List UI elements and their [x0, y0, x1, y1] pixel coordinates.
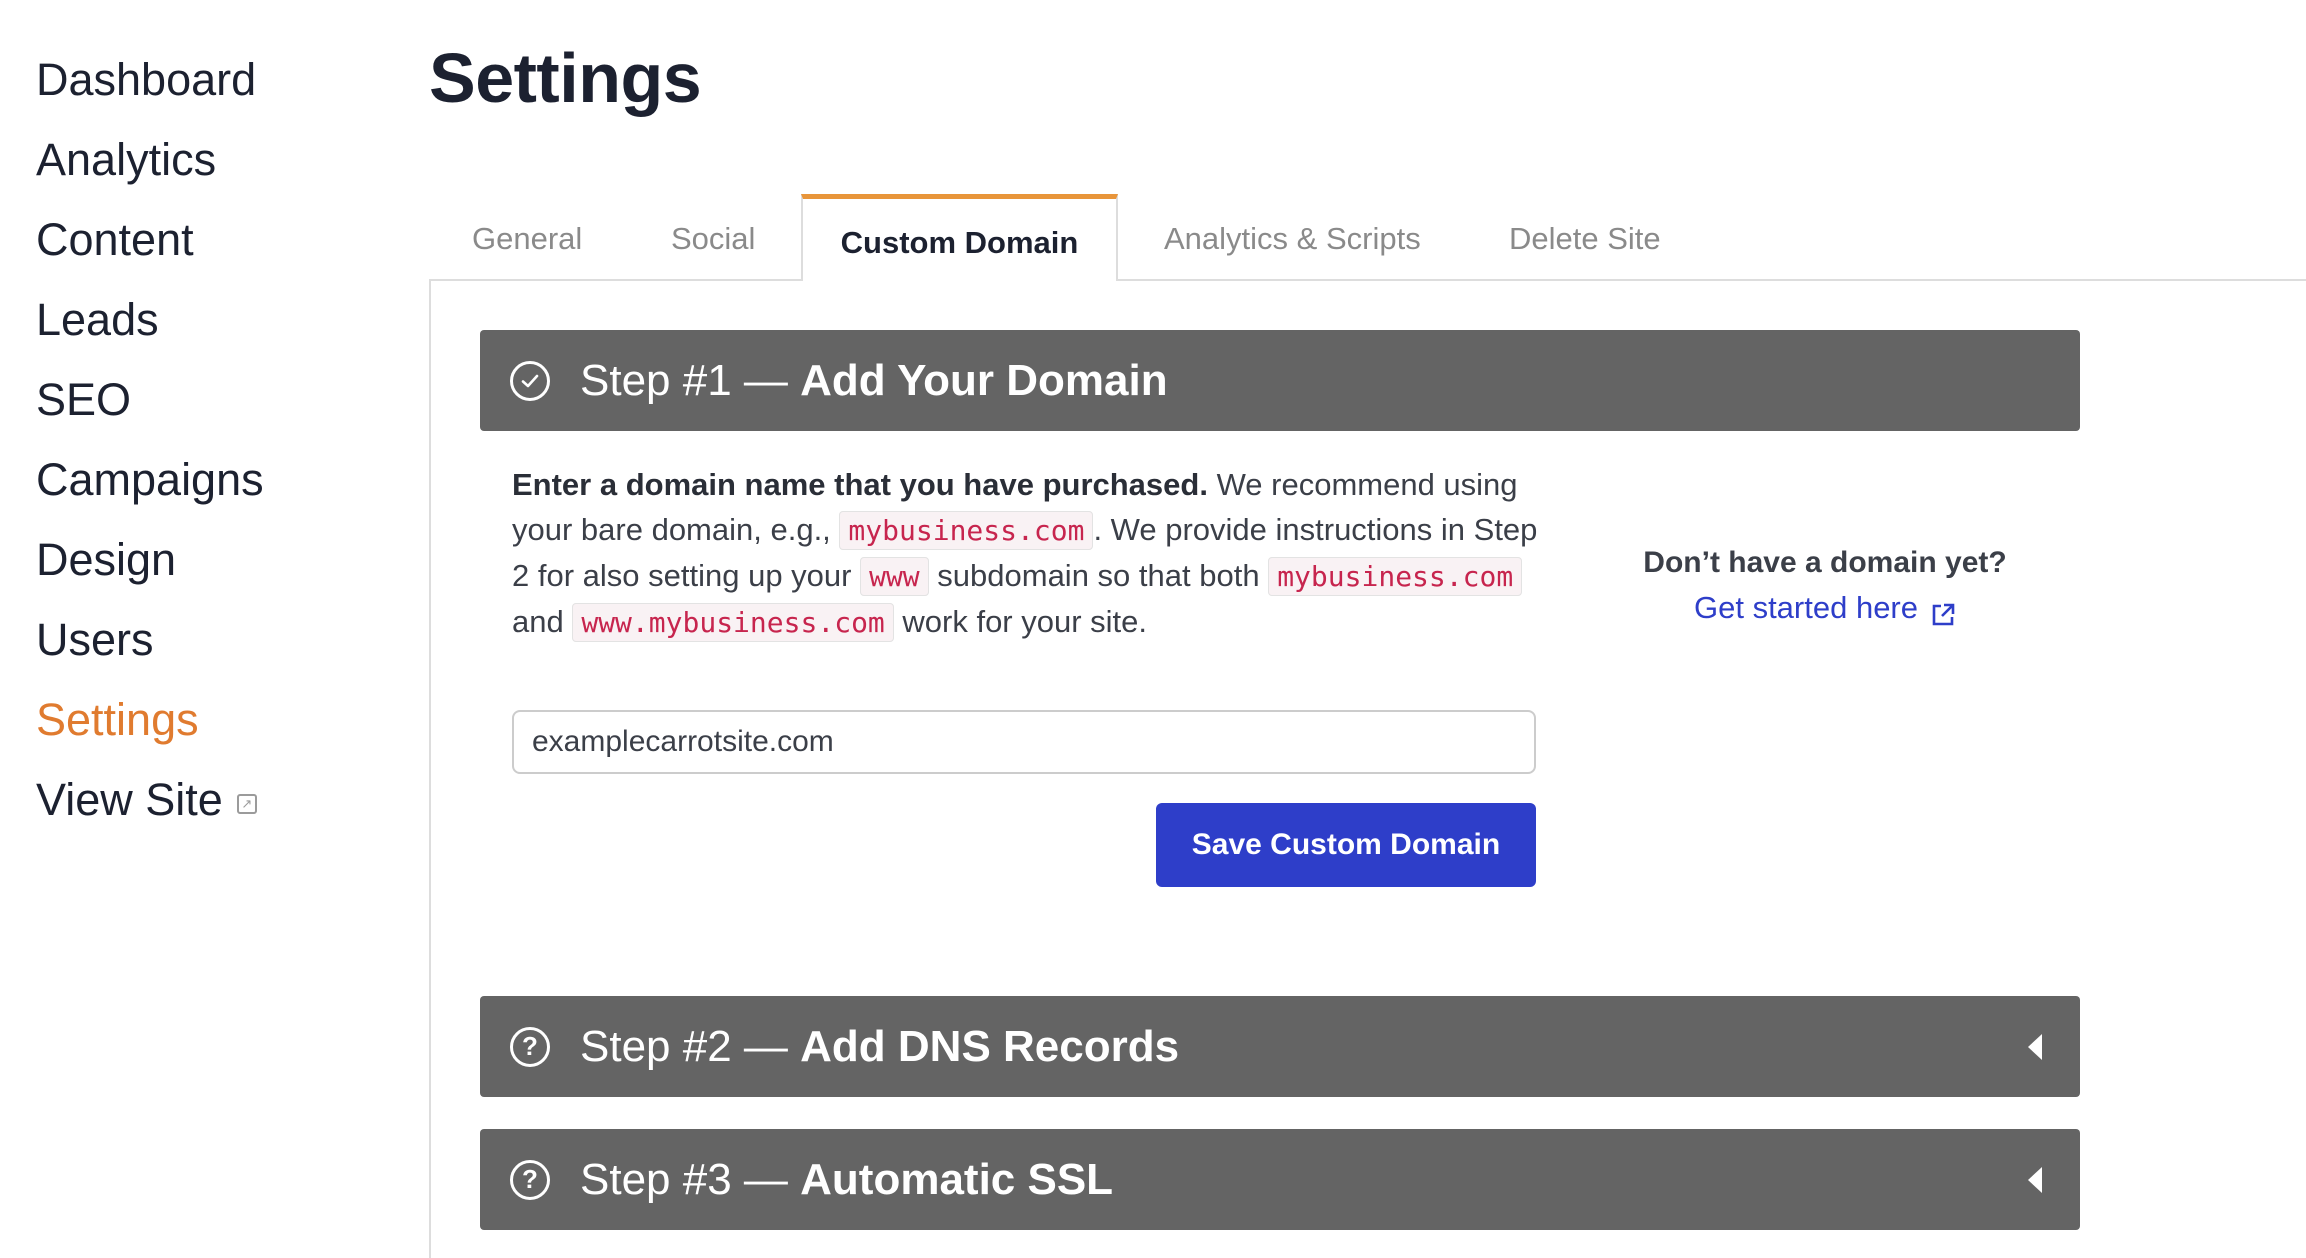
description-text: subdomain so that both [928, 558, 1269, 593]
tab-custom-domain[interactable]: Custom Domain [801, 194, 1118, 281]
step-2-title: Add DNS Records [800, 1021, 1180, 1071]
custom-domain-input[interactable] [512, 710, 1536, 774]
sidebar-item-label: Content [36, 214, 194, 265]
code-example-domain: mybusiness.com [839, 511, 1094, 550]
sidebar-item-label: Users [36, 614, 154, 665]
sidebar-item-campaigns[interactable]: Campaigns [36, 440, 396, 520]
step-3-title: Automatic SSL [800, 1154, 1114, 1204]
get-started-label: Get started here [1693, 590, 1918, 625]
step-1-description: Enter a domain name that you have purcha… [512, 462, 1562, 645]
step-1-label: Step #1 — Add Your Domain [580, 356, 1168, 406]
save-custom-domain-button[interactable]: Save Custom Domain [1156, 803, 1536, 887]
question-circle-icon: ? [510, 1159, 550, 1200]
sidebar-item-label: SEO [36, 374, 132, 425]
sidebar-item-label: View Site [36, 774, 223, 825]
get-started-link[interactable]: Get started here [1694, 585, 1956, 630]
tab-social[interactable]: Social [671, 196, 755, 281]
code-example-www-domain: www.mybusiness.com [572, 603, 894, 642]
sidebar-nav: Dashboard Analytics Content Leads SEO Ca… [36, 40, 396, 840]
description-intro: Enter a domain name that you have purcha… [512, 467, 1208, 502]
page-title: Settings [429, 39, 702, 117]
step-3-label: Step #3 — Automatic SSL [580, 1155, 1113, 1205]
sidebar-item-dashboard[interactable]: Dashboard [36, 40, 396, 120]
step-3-header[interactable]: ? Step #3 — Automatic SSL [480, 1129, 2080, 1230]
sidebar-item-label: Leads [36, 294, 159, 345]
sidebar-item-label: Campaigns [36, 454, 264, 505]
chevron-left-icon[interactable] [2028, 1033, 2042, 1060]
chevron-left-icon[interactable] [2028, 1166, 2042, 1193]
external-link-icon: ↗ [236, 794, 257, 814]
sidebar-item-design[interactable]: Design [36, 520, 396, 600]
domain-help-aside: Don’t have a domain yet? Get started her… [1580, 540, 2070, 630]
sidebar-item-settings[interactable]: Settings [36, 680, 396, 760]
check-circle-icon [510, 360, 550, 401]
sidebar-item-view-site[interactable]: View Site ↗ [36, 760, 396, 840]
tab-analytics-scripts[interactable]: Analytics & Scripts [1164, 196, 1421, 281]
sidebar-item-analytics[interactable]: Analytics [36, 120, 396, 200]
step-1-header[interactable]: Step #1 — Add Your Domain [480, 330, 2080, 431]
aside-title: Don’t have a domain yet? [1643, 546, 2007, 579]
tab-delete-site[interactable]: Delete Site [1509, 196, 1661, 281]
settings-tabs: General Social Custom Domain Analytics &… [429, 194, 2306, 281]
description-text: work for your site. [893, 604, 1148, 639]
step-1-title: Add Your Domain [800, 355, 1168, 405]
sidebar-item-seo[interactable]: SEO [36, 360, 396, 440]
sidebar-item-label: Settings [36, 694, 199, 745]
external-link-icon [1930, 595, 1956, 625]
sidebar-item-content[interactable]: Content [36, 200, 396, 280]
code-www: www [860, 557, 929, 596]
step-1-prefix: Step #1 — [580, 355, 801, 405]
description-text: and [512, 604, 573, 639]
question-circle-icon: ? [510, 1026, 550, 1067]
sidebar-item-leads[interactable]: Leads [36, 280, 396, 360]
sidebar-item-label: Dashboard [36, 54, 257, 105]
tab-general[interactable]: General [472, 196, 582, 281]
step-2-prefix: Step #2 — [580, 1021, 801, 1071]
step-2-label: Step #2 — Add DNS Records [580, 1022, 1179, 1072]
sidebar-item-users[interactable]: Users [36, 600, 396, 680]
step-2-header[interactable]: ? Step #2 — Add DNS Records [480, 996, 2080, 1097]
step-3-prefix: Step #3 — [580, 1154, 801, 1204]
sidebar-item-label: Analytics [36, 134, 217, 185]
sidebar-item-label: Design [36, 534, 177, 585]
code-example-domain: mybusiness.com [1268, 557, 1523, 596]
